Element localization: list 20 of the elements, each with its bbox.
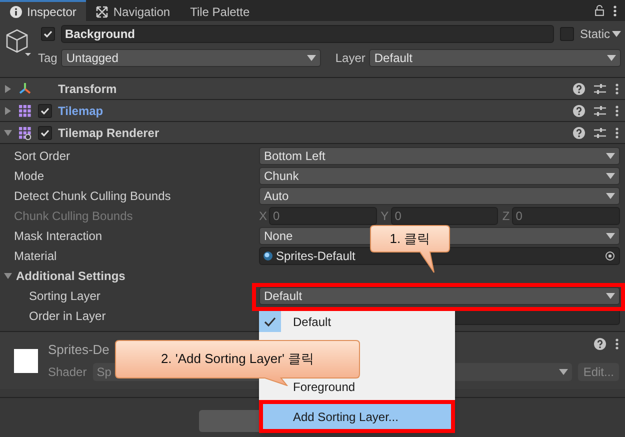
tag-label: Tag bbox=[38, 50, 58, 67]
layer-label: Layer bbox=[335, 50, 366, 67]
property-label: Chunk Culling Bounds bbox=[13, 208, 134, 225]
component-title: Transform bbox=[58, 80, 118, 98]
property-label: Sorting Layer bbox=[28, 288, 102, 305]
property-label: Mode bbox=[13, 168, 46, 185]
property-label: Order in Layer bbox=[28, 308, 107, 325]
material-title: Sprites-De bbox=[48, 340, 110, 359]
shader-label: Shader bbox=[48, 364, 87, 382]
property-label: Material bbox=[13, 248, 58, 265]
callout-text: 2. 'Add Sorting Layer' 클릭 bbox=[160, 350, 314, 368]
callout-text: 1. 클릭 bbox=[390, 230, 430, 248]
property-label: Mask Interaction bbox=[13, 228, 104, 245]
property-label: Detect Chunk Culling Bounds bbox=[13, 188, 172, 205]
axis-label: Y bbox=[380, 208, 389, 225]
axis-label: Z bbox=[502, 208, 510, 225]
component-title: Tilemap Renderer bbox=[58, 124, 160, 142]
component-title: Tilemap bbox=[58, 102, 104, 120]
property-label: Sort Order bbox=[13, 148, 72, 165]
axis-label: X bbox=[259, 208, 268, 225]
